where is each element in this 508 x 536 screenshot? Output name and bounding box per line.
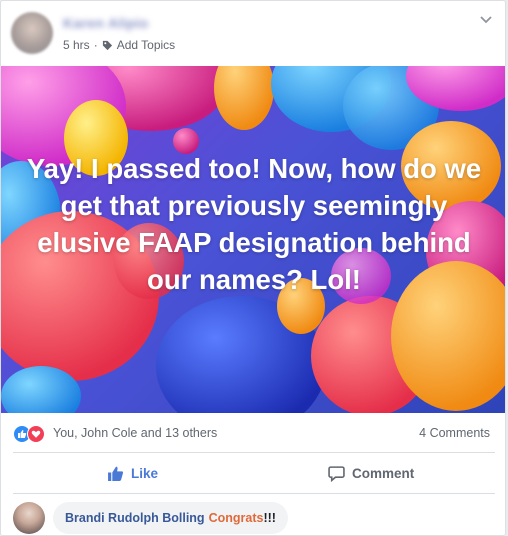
comment-bubble: Brandi Rudolph Bolling Congrats !!!: [53, 502, 288, 534]
post-image-text: Yay! I passed too! Now, how do we get th…: [26, 153, 482, 295]
commenter-name[interactable]: Brandi Rudolph Bolling: [65, 511, 205, 525]
author-avatar[interactable]: [11, 12, 53, 54]
comment-button[interactable]: Comment: [328, 457, 414, 489]
author-name[interactable]: Karen Alipio: [63, 15, 149, 31]
comment-item: Brandi Rudolph Bolling Congrats !!!: [1, 494, 505, 535]
commenter-avatar[interactable]: [13, 502, 45, 534]
post-time[interactable]: 5 hrs: [63, 38, 90, 52]
comment-button-label: Comment: [352, 465, 415, 481]
post-meta: 5 hrs · Add Topics: [63, 38, 175, 52]
post-image[interactable]: Yay! I passed too! Now, how do we get th…: [1, 66, 505, 413]
comment-icon: [328, 465, 345, 482]
add-topics-link[interactable]: Add Topics: [117, 38, 175, 52]
like-button-label: Like: [131, 465, 159, 481]
reactions-summary[interactable]: You, John Cole and 13 others: [53, 426, 217, 440]
meta-separator: ·: [93, 38, 98, 52]
comment-text: Congrats: [208, 511, 264, 525]
love-reaction-icon: [27, 425, 45, 443]
chevron-down-icon[interactable]: [479, 15, 493, 25]
action-bar: Like Comment: [1, 453, 505, 493]
post-card: Karen Alipio 5 hrs · Add Topics Yay! I p…: [0, 0, 506, 536]
reaction-icons[interactable]: [13, 425, 45, 443]
comment-text-suffix: !!!: [263, 511, 276, 525]
thumbs-up-icon: [108, 466, 124, 481]
reactions-row: You, John Cole and 13 others 4 Comments: [1, 413, 505, 452]
tag-icon: [102, 40, 112, 50]
comments-count[interactable]: 4 Comments: [419, 426, 490, 440]
like-button[interactable]: Like: [107, 457, 158, 489]
